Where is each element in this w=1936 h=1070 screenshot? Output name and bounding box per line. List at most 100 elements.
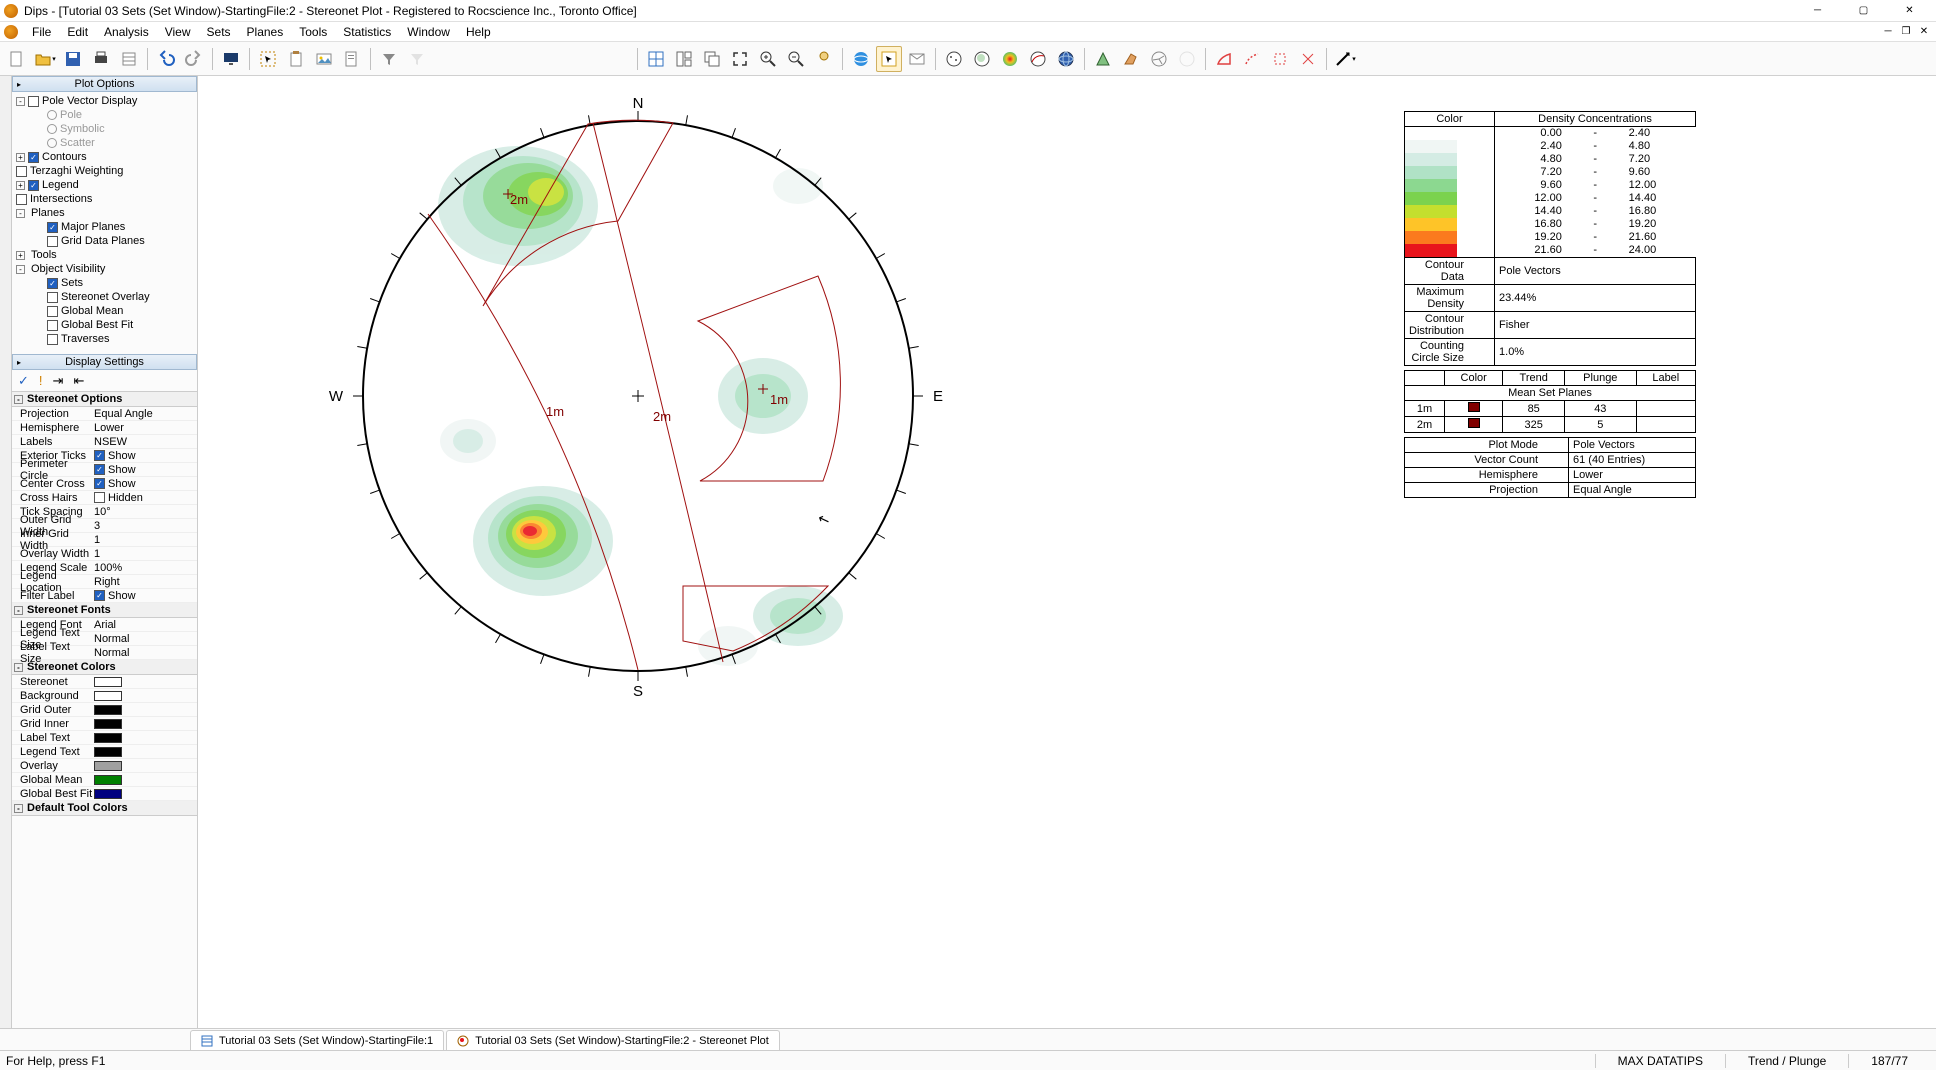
tree-node[interactable]: Global Best Fit	[16, 318, 193, 332]
menu-view[interactable]: View	[157, 23, 199, 41]
tree-node[interactable]: ✓Sets	[16, 276, 193, 290]
cascade-icon[interactable]	[699, 46, 725, 72]
stereonet-density-icon[interactable]	[969, 46, 995, 72]
new-file-icon[interactable]	[4, 46, 30, 72]
set-window-2-icon[interactable]	[1239, 46, 1265, 72]
prop-row[interactable]: Grid Inner	[12, 717, 197, 731]
clipboard-icon[interactable]	[283, 46, 309, 72]
tree-node[interactable]: +Tools	[16, 248, 193, 262]
tree-node[interactable]: -Planes	[16, 206, 193, 220]
menu-statistics[interactable]: Statistics	[335, 23, 399, 41]
prop-row[interactable]: Overlay Width1	[12, 547, 197, 561]
export-image-icon[interactable]	[311, 46, 337, 72]
tree-node[interactable]: Pole	[16, 108, 193, 122]
save-icon[interactable]	[60, 46, 86, 72]
print-icon[interactable]	[88, 46, 114, 72]
stereonet-dots-icon[interactable]	[941, 46, 967, 72]
tree-node[interactable]: Intersections	[16, 192, 193, 206]
tree-node[interactable]: Global Mean	[16, 304, 193, 318]
tab-file-2[interactable]: Tutorial 03 Sets (Set Window)-StartingFi…	[446, 1030, 780, 1050]
tree-node[interactable]: Traverses	[16, 332, 193, 346]
triangle-plot-icon[interactable]	[1090, 46, 1116, 72]
menu-help[interactable]: Help	[458, 23, 499, 41]
set-window-3-icon[interactable]	[1267, 46, 1293, 72]
menu-analysis[interactable]: Analysis	[96, 23, 157, 41]
prop-row[interactable]: Global Best Fit	[12, 787, 197, 801]
prop-row[interactable]: Global Mean	[12, 773, 197, 787]
minimize-button[interactable]: ─	[1795, 1, 1840, 21]
prop-row[interactable]: Label Text	[12, 731, 197, 745]
import-settings-icon[interactable]: ⇥	[53, 373, 64, 389]
prop-row[interactable]: Stereonet	[12, 675, 197, 689]
plot-options-header[interactable]: ▸Plot Options	[12, 76, 197, 92]
mdi-minimize-button[interactable]: ─	[1880, 25, 1896, 39]
menu-sets[interactable]: Sets	[199, 23, 239, 41]
export-settings-icon[interactable]: ⇤	[73, 373, 84, 389]
select-icon[interactable]	[255, 46, 281, 72]
tile-icon[interactable]	[671, 46, 697, 72]
zoom-out-icon[interactable]	[783, 46, 809, 72]
mdi-close-button[interactable]: ✕	[1916, 25, 1932, 39]
report-icon[interactable]	[339, 46, 365, 72]
envelope-icon[interactable]	[904, 46, 930, 72]
menu-file[interactable]: File	[24, 23, 59, 41]
stereonet-planes-icon[interactable]	[1025, 46, 1051, 72]
reset-icon[interactable]: !	[39, 373, 43, 388]
prop-row[interactable]: Background	[12, 689, 197, 703]
prop-row[interactable]: Center Cross✓Show	[12, 477, 197, 491]
tree-node[interactable]: +✓Contours	[16, 150, 193, 164]
globe-lines-icon[interactable]	[848, 46, 874, 72]
cursor-mode-icon[interactable]	[876, 46, 902, 72]
tree-node[interactable]: Terzaghi Weighting	[16, 164, 193, 178]
prop-row[interactable]: Filter Label✓Show	[12, 589, 197, 603]
display-settings-header[interactable]: ▸Display Settings	[12, 354, 197, 370]
tree-node[interactable]: +✓Legend	[16, 178, 193, 192]
open-file-icon[interactable]: ▾	[32, 46, 58, 72]
fullscreen-icon[interactable]	[727, 46, 753, 72]
tree-node[interactable]: Grid Data Planes	[16, 234, 193, 248]
stereonet-contour-icon[interactable]	[997, 46, 1023, 72]
tree-node[interactable]: Symbolic	[16, 122, 193, 136]
tree-node[interactable]: -Pole Vector Display	[16, 94, 193, 108]
filter-icon[interactable]	[376, 46, 402, 72]
tree-node[interactable]: ✓Major Planes	[16, 220, 193, 234]
prop-row[interactable]: Legend Text	[12, 745, 197, 759]
screen-icon[interactable]	[218, 46, 244, 72]
maximize-button[interactable]: ▢	[1841, 1, 1886, 21]
tab-file-1[interactable]: Tutorial 03 Sets (Set Window)-StartingFi…	[190, 1030, 444, 1050]
prop-row[interactable]: Overlay	[12, 759, 197, 773]
close-button[interactable]: ✕	[1887, 1, 1932, 21]
undo-icon[interactable]	[153, 46, 179, 72]
prop-row[interactable]: HemisphereLower	[12, 421, 197, 435]
stereonet-grid-icon[interactable]	[1053, 46, 1079, 72]
set-window-4-icon[interactable]	[1295, 46, 1321, 72]
prop-row[interactable]: Grid Outer	[12, 703, 197, 717]
pan-icon[interactable]	[811, 46, 837, 72]
copy-data-icon[interactable]	[116, 46, 142, 72]
tree-node[interactable]: Stereonet Overlay	[16, 290, 193, 304]
prop-row[interactable]: ProjectionEqual Angle	[12, 407, 197, 421]
wedge-icon[interactable]	[1118, 46, 1144, 72]
grid-view-icon[interactable]	[643, 46, 669, 72]
rosette-filled-icon[interactable]	[1174, 46, 1200, 72]
menu-window[interactable]: Window	[399, 23, 458, 41]
prop-row[interactable]: LabelsNSEW	[12, 435, 197, 449]
menu-edit[interactable]: Edit	[59, 23, 96, 41]
redo-icon[interactable]	[181, 46, 207, 72]
prop-row[interactable]: Label Text SizeNormal	[12, 646, 197, 660]
zoom-in-icon[interactable]	[755, 46, 781, 72]
prop-row[interactable]: Inner Grid Width1	[12, 533, 197, 547]
line-tool-icon[interactable]: ▾	[1332, 46, 1358, 72]
filter-clear-icon[interactable]	[404, 46, 430, 72]
mdi-restore-button[interactable]: ❐	[1898, 25, 1914, 39]
prop-row[interactable]: Perimeter Circle✓Show	[12, 463, 197, 477]
tree-node[interactable]: -Object Visibility	[16, 262, 193, 276]
set-window-1-icon[interactable]	[1211, 46, 1237, 72]
rosette-icon[interactable]	[1146, 46, 1172, 72]
menu-planes[interactable]: Planes	[239, 23, 292, 41]
prop-row[interactable]: Legend LocationRight	[12, 575, 197, 589]
apply-icon[interactable]: ✓	[18, 373, 29, 389]
menu-tools[interactable]: Tools	[291, 23, 335, 41]
plot-canvas[interactable]: N E S W 1m 2m 1m 2m ↖ ColorDensity Conce…	[198, 76, 1936, 1028]
tree-node[interactable]: Scatter	[16, 136, 193, 150]
